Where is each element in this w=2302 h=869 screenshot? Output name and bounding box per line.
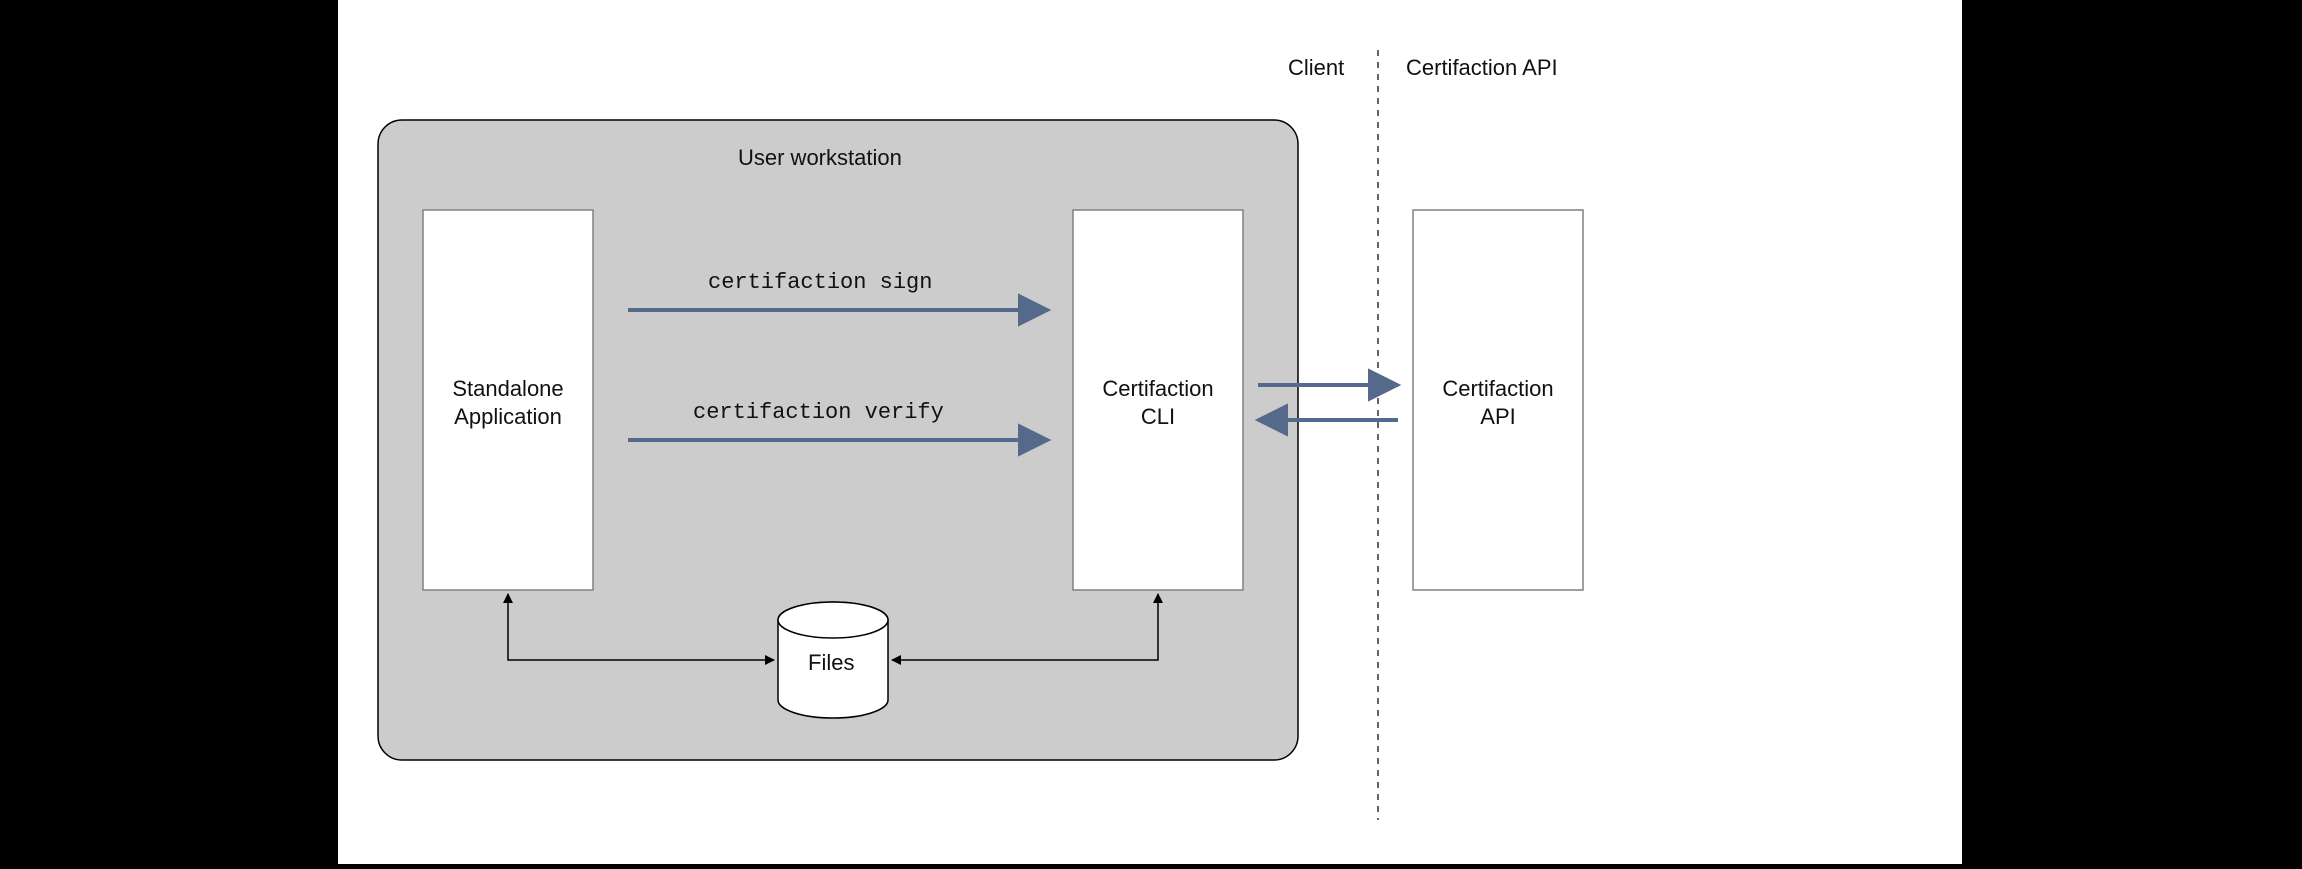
user-workstation-title: User workstation [738, 145, 902, 171]
standalone-application-label: Standalone Application [452, 375, 564, 430]
certifaction-cli-label: Certifaction CLI [1102, 375, 1214, 430]
cmd-sign-label: certifaction sign [708, 270, 932, 295]
certifaction-api-label: Certifaction API [1442, 375, 1554, 430]
diagram-svg [338, 0, 1962, 864]
header-client-label: Client [1288, 55, 1344, 81]
header-api-label: Certifaction API [1406, 55, 1558, 81]
files-label: Files [808, 650, 854, 676]
diagram-canvas: Client Certifaction API User workstation… [338, 0, 1962, 864]
cmd-verify-label: certifaction verify [693, 400, 944, 425]
